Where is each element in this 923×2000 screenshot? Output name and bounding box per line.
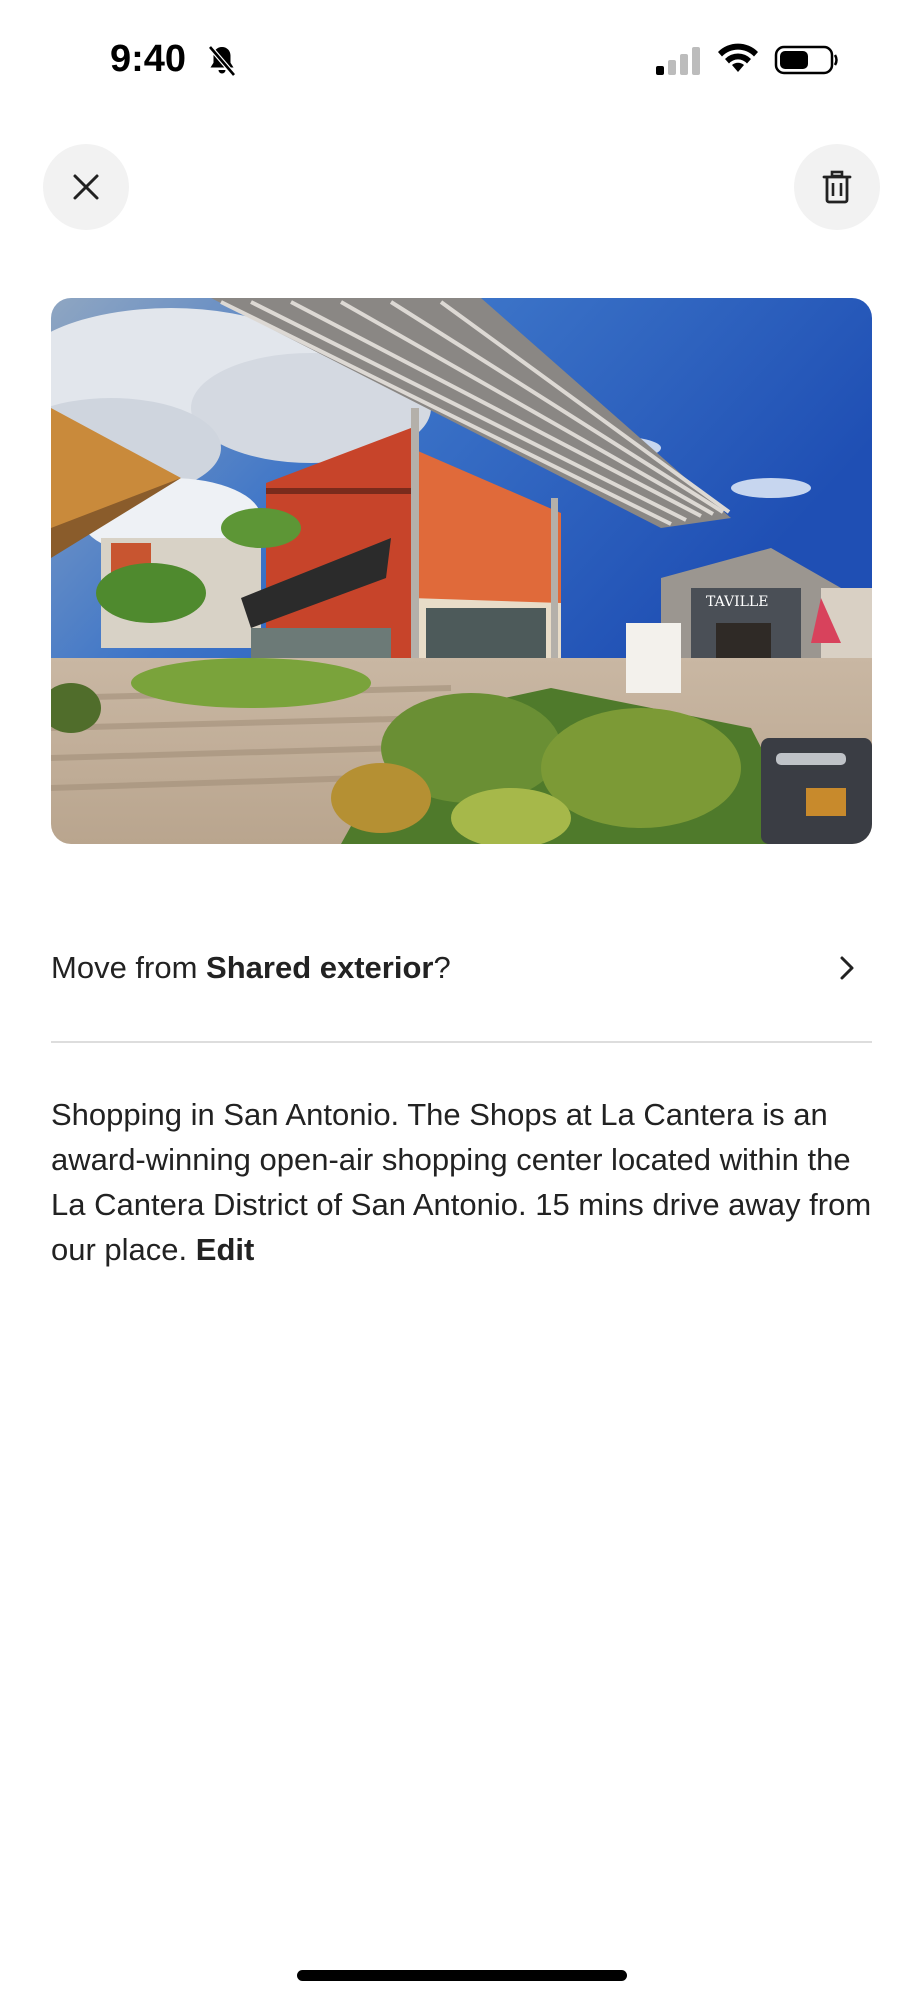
close-icon xyxy=(73,174,99,200)
divider xyxy=(51,1041,872,1043)
listing-photo[interactable]: TAVILLE xyxy=(51,298,872,844)
status-bar: 9:40 xyxy=(0,0,923,120)
trash-icon xyxy=(822,170,852,204)
chevron-right-icon xyxy=(840,956,854,980)
shop-sign: TAVILLE xyxy=(706,594,768,610)
close-button[interactable] xyxy=(43,144,129,230)
shopping-center-image: TAVILLE xyxy=(51,298,872,844)
cellular-signal-icon xyxy=(656,47,700,75)
bell-slash-icon xyxy=(208,45,236,77)
home-indicator[interactable] xyxy=(297,1970,627,1981)
status-time: 9:40 xyxy=(110,38,187,80)
delete-button[interactable] xyxy=(794,144,880,230)
current-category: Shared exterior xyxy=(206,950,434,985)
battery-icon xyxy=(774,45,838,75)
edit-caption-link[interactable]: Edit xyxy=(196,1232,255,1267)
wifi-icon xyxy=(718,43,758,72)
photo-caption: Shopping in San Antonio. The Shops at La… xyxy=(51,1092,881,1272)
move-prefix: Move from xyxy=(51,950,207,985)
move-suffix: ? xyxy=(433,950,451,985)
move-category-label: Move from Shared exterior? xyxy=(51,950,451,986)
caption-text: Shopping in San Antonio. The Shops at La… xyxy=(51,1097,872,1267)
move-category-row[interactable]: Move from Shared exterior? xyxy=(51,928,872,1008)
